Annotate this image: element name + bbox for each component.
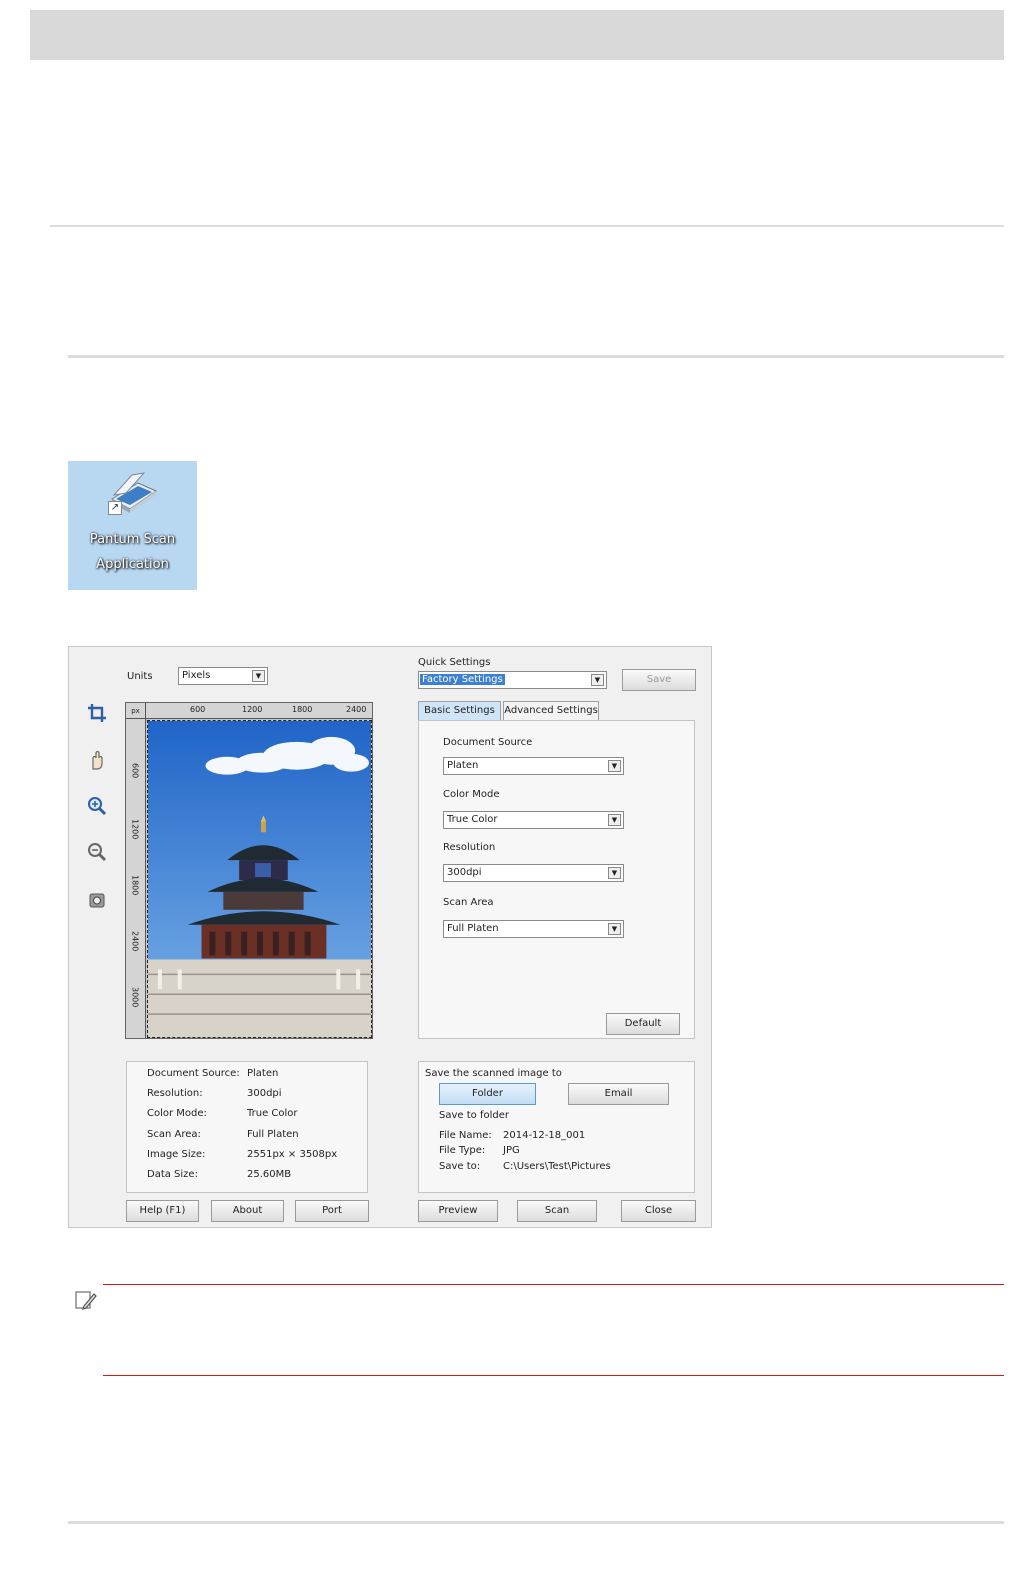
ruler-horizontal: 600 1200 1800 2400 xyxy=(146,703,372,719)
chevron-down-icon: ▼ xyxy=(608,867,621,879)
scan-info-panel: Document Source: Platen Resolution: 300d… xyxy=(126,1061,368,1193)
clear-icon[interactable] xyxy=(86,889,108,911)
info-value: 2551px × 3508px xyxy=(247,1149,338,1160)
info-key: Scan Area: xyxy=(147,1129,201,1140)
chevron-down-icon: ▼ xyxy=(608,760,621,772)
chevron-down-icon: ▼ xyxy=(591,674,604,686)
quick-settings-label: Quick Settings xyxy=(418,657,491,668)
info-row: Image Size: 2551px × 3508px xyxy=(127,1149,367,1165)
color-mode-value: True Color xyxy=(447,814,498,825)
units-value: Pixels xyxy=(182,670,211,681)
default-button[interactable]: Default xyxy=(606,1013,680,1035)
quick-settings-value: Factory Settings xyxy=(420,674,505,685)
ruler-unit: px xyxy=(126,703,146,719)
desktop-icon-label: Pantum Scan Application xyxy=(68,527,197,577)
preview-image xyxy=(147,720,372,1038)
hand-icon[interactable] xyxy=(86,749,108,771)
scan-area-label: Scan Area xyxy=(443,897,494,908)
ruler-tick: 1800 xyxy=(130,875,140,896)
ruler-tick: 1800 xyxy=(292,705,313,714)
units-label: Units xyxy=(127,671,153,682)
preview-button[interactable]: Preview xyxy=(418,1200,498,1222)
info-key: Color Mode: xyxy=(147,1108,207,1119)
color-mode-select[interactable]: True Color ▼ xyxy=(443,811,624,829)
shortcut-arrow-icon: ↗ xyxy=(108,501,122,515)
document-source-value: Platen xyxy=(447,760,479,771)
document-source-select[interactable]: Platen ▼ xyxy=(443,757,624,775)
save-target-subtitle: Save to folder xyxy=(439,1110,509,1121)
quick-settings-select[interactable]: Factory Settings ▼ xyxy=(418,671,607,689)
save-target-panel: Save the scanned image to Folder Email S… xyxy=(418,1061,695,1193)
resolution-label: Resolution xyxy=(443,842,496,853)
save-to-value: C:\Users\Test\Pictures xyxy=(503,1161,611,1172)
ruler-tick: 1200 xyxy=(130,819,140,840)
info-value: 25.60MB xyxy=(247,1169,292,1180)
divider xyxy=(68,355,1004,358)
ruler-tick: 3000 xyxy=(130,987,140,1008)
close-button[interactable]: Close xyxy=(621,1200,696,1222)
info-value: 300dpi xyxy=(247,1088,282,1099)
ruler-tick: 600 xyxy=(190,705,206,714)
info-key: Resolution: xyxy=(147,1088,203,1099)
file-name-value: 2014-12-18_001 xyxy=(503,1130,586,1141)
info-value: Full Platen xyxy=(247,1129,299,1140)
info-row: Document Source: Platen xyxy=(127,1068,367,1084)
document-source-label: Document Source xyxy=(443,737,533,748)
ruler-tick: 2400 xyxy=(346,705,367,714)
note-bottom-rule xyxy=(103,1375,1004,1376)
email-button[interactable]: Email xyxy=(568,1083,669,1105)
info-key: Image Size: xyxy=(147,1149,206,1160)
color-mode-label: Color Mode xyxy=(443,789,500,800)
scan-app-window: Units Pixels ▼ Quick Settings Factory Se… xyxy=(68,646,712,1228)
resolution-value: 300dpi xyxy=(447,867,482,878)
info-row: Scan Area: Full Platen xyxy=(127,1129,367,1145)
ruler-tick: 600 xyxy=(130,763,140,779)
info-value: Platen xyxy=(247,1068,279,1079)
save-target-title: Save the scanned image to xyxy=(425,1068,562,1079)
desktop-icon-label-line2: Application xyxy=(96,557,169,572)
ruler-tick: 2400 xyxy=(130,931,140,952)
chevron-down-icon: ▼ xyxy=(252,670,265,682)
chevron-down-icon: ▼ xyxy=(608,814,621,826)
save-to-label: Save to: xyxy=(439,1161,481,1172)
info-value: True Color xyxy=(247,1108,298,1119)
basic-settings-panel: Document Source Platen ▼ Color Mode True… xyxy=(418,720,695,1039)
folder-button[interactable]: Folder xyxy=(439,1083,536,1105)
info-key: Document Source: xyxy=(147,1068,240,1079)
save-settings-button[interactable]: Save xyxy=(622,669,696,691)
scan-button[interactable]: Scan xyxy=(517,1200,597,1222)
header-band xyxy=(30,10,1004,60)
info-row: Resolution: 300dpi xyxy=(127,1088,367,1104)
divider xyxy=(50,225,1004,227)
info-row: Data Size: 25.60MB xyxy=(127,1169,367,1185)
scan-area-value: Full Platen xyxy=(447,923,499,934)
tab-advanced-settings[interactable]: Advanced Settings xyxy=(503,701,599,720)
help-button[interactable]: Help (F1) xyxy=(126,1200,199,1222)
port-button[interactable]: Port xyxy=(295,1200,369,1222)
ruler-tick: 1200 xyxy=(242,705,263,714)
scan-area-select[interactable]: Full Platen ▼ xyxy=(443,920,624,938)
desktop-shortcut[interactable]: ↗ Pantum Scan Application xyxy=(68,461,197,590)
chevron-down-icon: ▼ xyxy=(608,923,621,935)
resolution-select[interactable]: 300dpi ▼ xyxy=(443,864,624,882)
info-key: Data Size: xyxy=(147,1169,198,1180)
note-top-rule xyxy=(103,1284,1004,1285)
ruler-vertical: 600 1200 1800 2400 3000 xyxy=(126,719,146,1038)
zoom-out-icon[interactable] xyxy=(86,841,108,863)
preview-area[interactable]: px 600 1200 1800 2400 600 1200 1800 2400… xyxy=(125,702,373,1039)
units-select[interactable]: Pixels ▼ xyxy=(178,667,268,685)
info-row: Color Mode: True Color xyxy=(127,1108,367,1124)
tab-basic-settings[interactable]: Basic Settings xyxy=(418,701,501,720)
note-pencil-icon xyxy=(75,1291,97,1310)
file-name-label: File Name: xyxy=(439,1130,492,1141)
desktop-icon-label-line1: Pantum Scan xyxy=(89,532,176,547)
file-type-label: File Type: xyxy=(439,1145,486,1156)
zoom-in-icon[interactable] xyxy=(86,795,108,817)
about-button[interactable]: About xyxy=(211,1200,284,1222)
divider xyxy=(68,1521,1004,1524)
file-type-value: JPG xyxy=(503,1145,520,1156)
crop-icon[interactable] xyxy=(86,702,108,724)
